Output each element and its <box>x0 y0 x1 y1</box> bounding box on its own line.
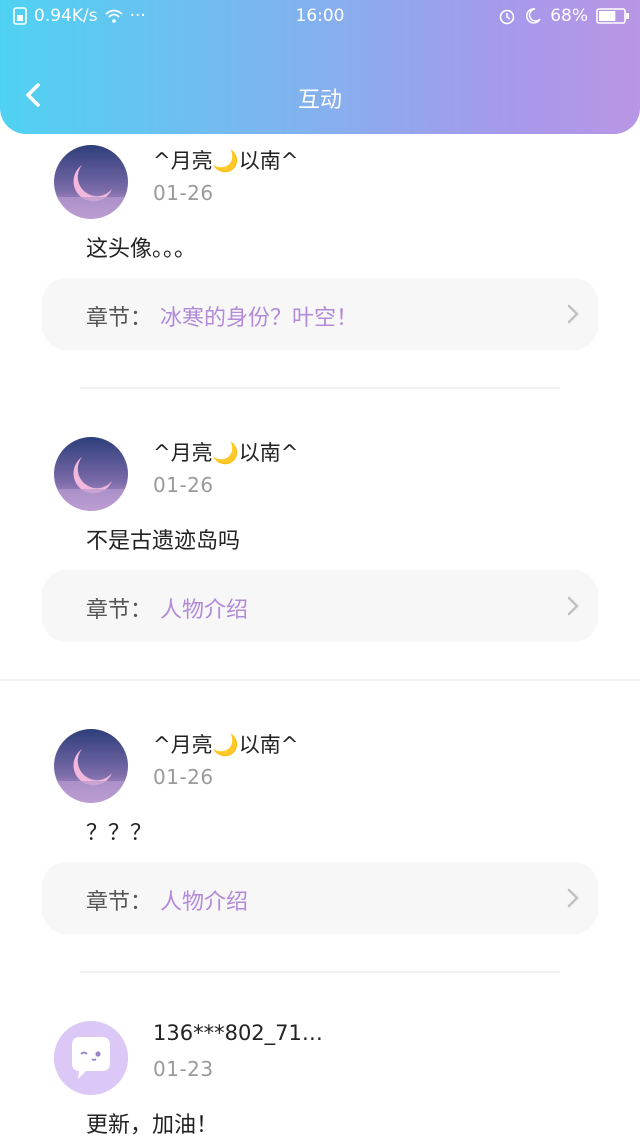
chapter-prefix: 章节： <box>86 598 153 623</box>
moon-avatar-image <box>54 729 128 803</box>
divider <box>0 679 640 681</box>
moon-avatar-image <box>54 437 128 511</box>
comment-card: ^月亮🌙以南^ 01-26 这头像。。。 章节： 冰寒的身份？叶空！ <box>0 145 640 437</box>
avatar[interactable] <box>54 729 128 803</box>
divider <box>80 387 560 389</box>
comment-text: 不是古遗迹岛吗 <box>86 529 241 554</box>
nickname: ^月亮🌙以南^ <box>153 441 299 465</box>
nickname: ^月亮🌙以南^ <box>153 733 299 757</box>
chapter-title: 人物介绍 <box>160 890 249 915</box>
default-avatar-icon <box>54 1021 128 1095</box>
comment-date: 01-23 <box>153 1057 214 1081</box>
chapter-link[interactable]: 章节： 冰寒的身份？叶空！ <box>42 278 598 350</box>
chevron-right-icon <box>567 304 579 324</box>
moon-icon <box>526 8 541 24</box>
comment-date: 01-26 <box>153 473 214 497</box>
avatar[interactable] <box>54 145 128 219</box>
comment-list: ^月亮🌙以南^ 01-26 这头像。。。 章节： 冰寒的身份？叶空！ ^月亮� <box>0 0 640 1138</box>
comment-card: ^月亮🌙以南^ 01-26 不是古遗迹岛吗 章节： 人物介绍 <box>0 437 640 729</box>
avatar[interactable] <box>54 1021 128 1095</box>
comment-text: 这头像。。。 <box>86 237 197 262</box>
comment-card: 136***802_71… 01-23 更新，加油！ <box>0 1021 640 1138</box>
alarm-icon <box>499 9 515 25</box>
chevron-right-icon <box>567 888 579 908</box>
chapter-prefix: 章节： <box>86 306 153 331</box>
chapter-link[interactable]: 章节： 人物介绍 <box>42 570 598 642</box>
comment-date: 01-26 <box>153 765 214 789</box>
nickname: ^月亮🌙以南^ <box>153 149 299 173</box>
app-header: 0.94K/s ··· 16:00 68% 互动 <box>0 0 640 134</box>
moon-avatar-image <box>54 145 128 219</box>
chevron-right-icon <box>567 596 579 616</box>
battery-percent: 68% <box>550 6 588 26</box>
chapter-title: 冰寒的身份？叶空！ <box>160 306 359 331</box>
chapter-link[interactable]: 章节： 人物介绍 <box>42 862 598 934</box>
avatar[interactable] <box>54 437 128 511</box>
nickname: 136***802_71… <box>153 1021 323 1045</box>
comment-card: ^月亮🌙以南^ 01-26 ？？？ 章节： 人物介绍 <box>0 729 640 1021</box>
page-title: 互动 <box>297 88 342 113</box>
comment-date: 01-26 <box>153 181 214 205</box>
battery-icon <box>596 8 629 24</box>
chapter-prefix: 章节： <box>86 890 153 915</box>
status-bar: 0.94K/s ··· 16:00 68% <box>0 0 640 34</box>
comment-text: ？？？ <box>86 821 153 846</box>
chapter-title: 人物介绍 <box>160 598 249 623</box>
comment-text: 更新，加油！ <box>86 1113 219 1138</box>
divider <box>80 971 560 973</box>
